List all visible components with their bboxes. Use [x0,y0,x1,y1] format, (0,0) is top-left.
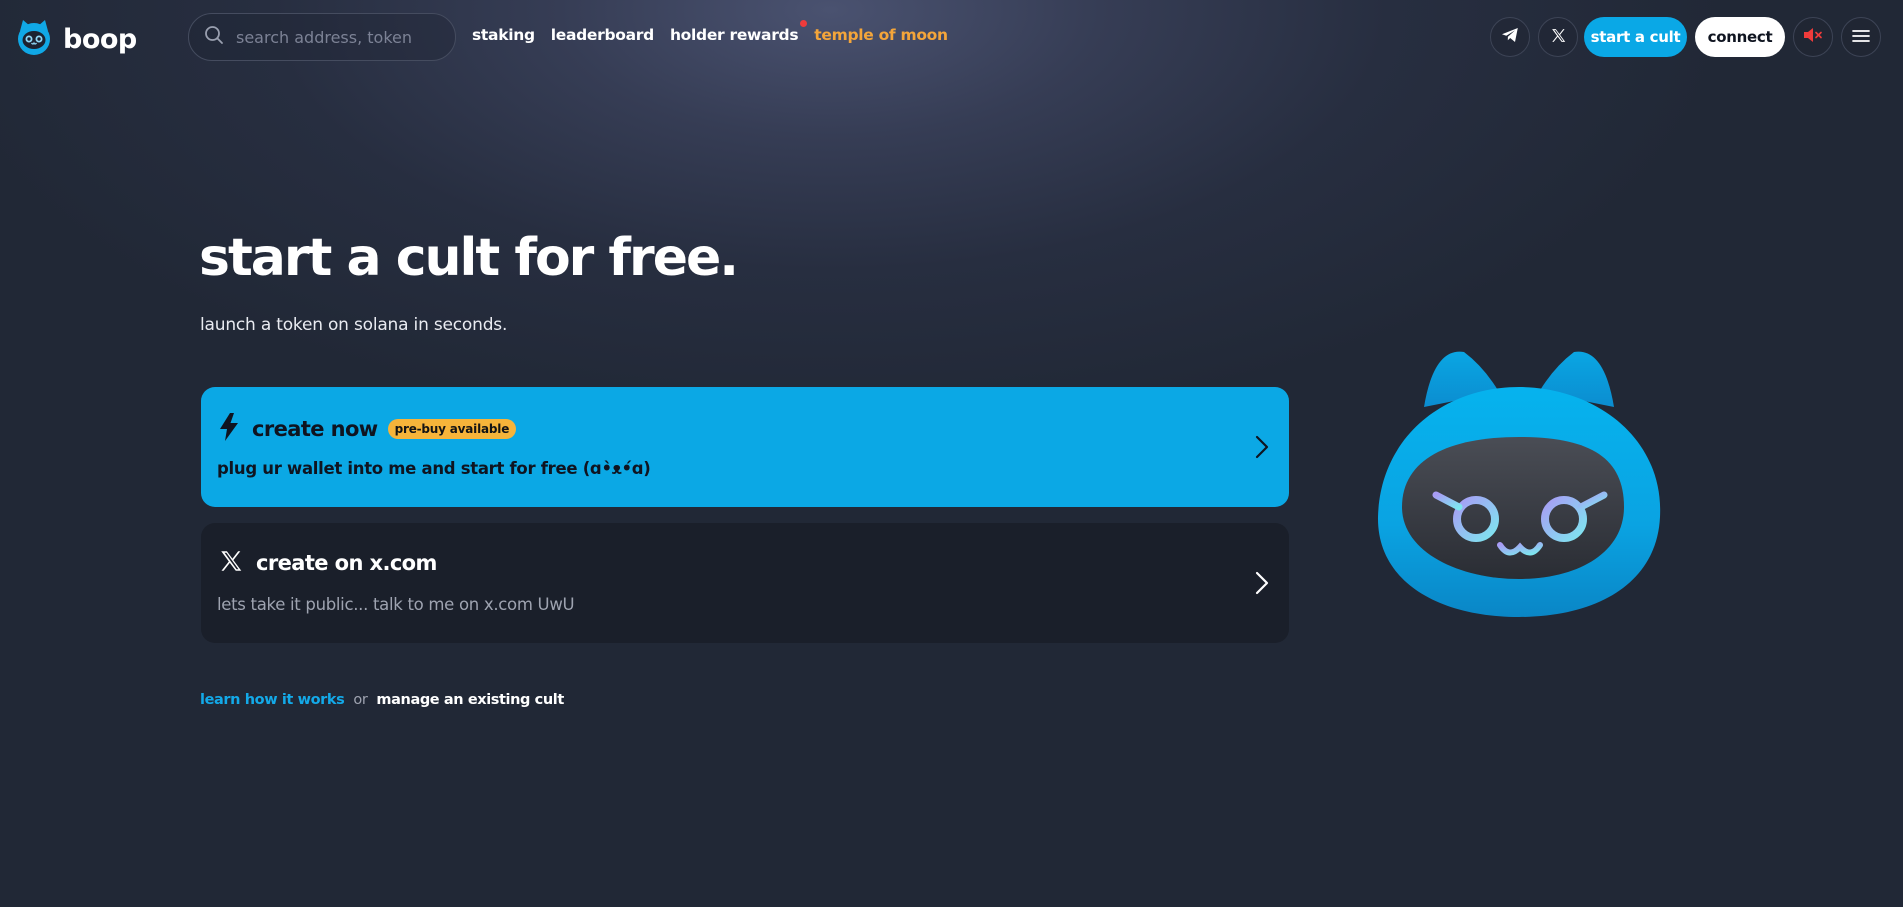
menu-button[interactable] [1841,17,1881,57]
create-on-x-header: create on x.com [218,548,437,578]
learn-how-it-works-link[interactable]: learn how it works [200,692,345,708]
create-now-title: create now [252,417,378,441]
search-bar[interactable] [188,13,456,61]
nav-temple-of-moon[interactable]: temple of moon [814,26,948,44]
nav-staking[interactable]: staking [472,26,535,44]
nav-leaderboard[interactable]: leaderboard [551,26,654,44]
create-on-x-card[interactable]: create on x.com lets take it public... t… [201,523,1289,643]
menu-icon [1852,28,1870,47]
cat-logo-icon [15,18,53,60]
footer-links: learn how it works or manage an existing… [200,692,564,708]
lightning-icon [218,412,240,446]
connect-button[interactable]: connect [1695,17,1785,57]
chevron-right-icon [1255,571,1269,599]
telegram-icon [1501,27,1519,47]
search-input[interactable] [236,27,436,47]
pre-buy-badge: pre-buy available [387,419,517,439]
notification-dot [800,20,808,27]
brand-name: boop [63,23,137,55]
cat-mascot-illustration [1374,347,1664,621]
chevron-right-icon [1255,435,1269,463]
create-on-x-description: lets take it public... talk to me on x.c… [217,595,575,614]
mute-icon [1802,26,1824,48]
telegram-button[interactable] [1490,17,1530,57]
start-cult-button[interactable]: start a cult [1584,17,1687,57]
create-now-description: plug ur wallet into me and start for fre… [217,459,651,478]
nav-holder-rewards[interactable]: holder rewards [669,20,808,44]
sound-toggle-button[interactable] [1793,17,1833,57]
brand-logo[interactable]: boop [15,18,137,60]
create-on-x-title: create on x.com [256,551,437,575]
x-button[interactable] [1538,17,1578,57]
main-nav: staking leaderboard holder rewards templ… [472,20,948,44]
create-now-header: create now pre-buy available [218,412,517,446]
x-logo-icon [218,548,244,578]
create-now-card[interactable]: create now pre-buy available plug ur wal… [201,387,1289,507]
hero-subtitle: launch a token on solana in seconds. [200,315,508,335]
manage-existing-cult-link[interactable]: manage an existing cult [376,692,564,708]
nav-holder-rewards-label: holder rewards [669,26,799,44]
search-icon [204,25,224,49]
x-icon [1550,27,1567,48]
hero-title: start a cult for free. [199,228,739,288]
or-separator: or [353,692,368,708]
top-navbar: boop staking leaderboard holder rewards … [0,0,1903,74]
